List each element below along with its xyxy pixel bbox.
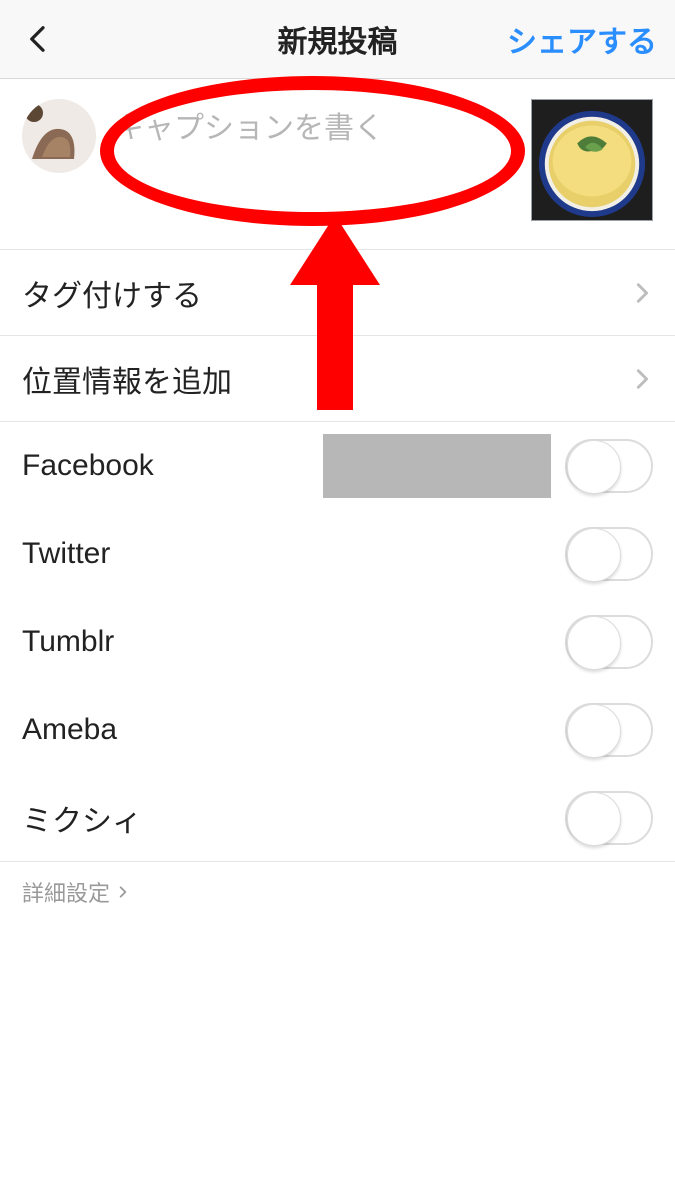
chevron-right-icon	[631, 368, 653, 390]
chevron-right-icon	[116, 885, 130, 899]
share-label: Ameba	[22, 713, 117, 747]
share-submit-button[interactable]: シェアする	[507, 17, 657, 61]
post-thumbnail[interactable]	[531, 99, 653, 221]
caption-input[interactable]: キャプションを書く	[96, 99, 531, 147]
page-title: 新規投稿	[278, 17, 398, 61]
caption-row: キャプションを書く	[0, 79, 675, 250]
toggle-ameba[interactable]	[565, 703, 653, 757]
toggle-facebook[interactable]	[565, 439, 653, 493]
advanced-settings-label: 詳細設定	[22, 876, 110, 908]
tag-people-label: タグ付けする	[22, 271, 202, 315]
avatar	[22, 99, 96, 173]
share-row-mixi: ミクシィ	[0, 774, 675, 862]
chevron-right-icon	[631, 282, 653, 304]
back-button[interactable]	[18, 19, 58, 59]
chevron-left-icon	[23, 24, 53, 54]
share-label: Tumblr	[22, 625, 114, 659]
share-label: Twitter	[22, 537, 110, 571]
redaction-mask	[323, 434, 551, 498]
share-row-tumblr: Tumblr	[0, 598, 675, 686]
share-row-facebook: Facebook	[0, 422, 675, 510]
toggle-mixi[interactable]	[565, 791, 653, 845]
caption-placeholder: キャプションを書く	[114, 112, 384, 145]
add-location-label: 位置情報を追加	[22, 357, 232, 401]
toggle-tumblr[interactable]	[565, 615, 653, 669]
advanced-settings-link[interactable]: 詳細設定	[0, 862, 675, 922]
share-list: Facebook Twitter Tumblr Ameba ミクシィ	[0, 422, 675, 862]
tag-people-row[interactable]: タグ付けする	[0, 250, 675, 336]
share-row-ameba: Ameba	[0, 686, 675, 774]
toggle-twitter[interactable]	[565, 527, 653, 581]
share-row-twitter: Twitter	[0, 510, 675, 598]
share-label: ミクシィ	[22, 796, 142, 840]
header: 新規投稿 シェアする	[0, 0, 675, 79]
share-label: Facebook	[22, 449, 154, 483]
add-location-row[interactable]: 位置情報を追加	[0, 336, 675, 422]
